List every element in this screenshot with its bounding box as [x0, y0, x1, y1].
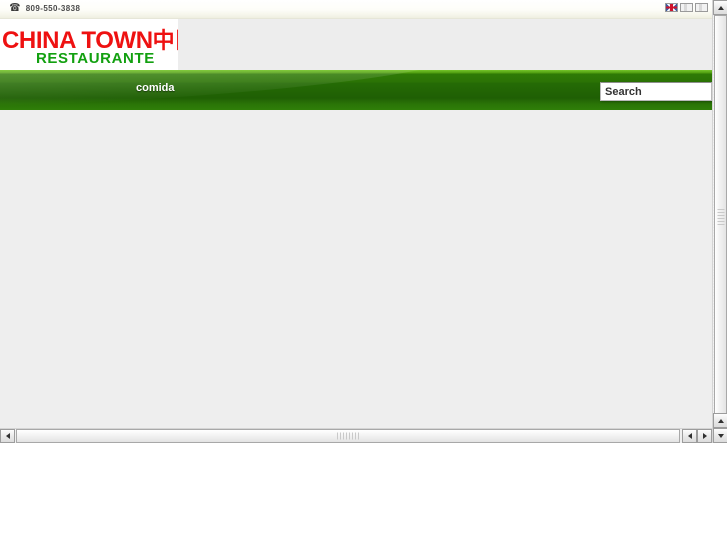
scroll-left-button[interactable]: [0, 429, 15, 443]
horizontal-scroll-thumb[interactable]: [16, 429, 680, 443]
vertical-scroll-thumb[interactable]: [714, 15, 727, 420]
arrow-left-icon: [687, 433, 692, 439]
page-content: [0, 113, 712, 428]
flag-blank-2-icon[interactable]: [695, 3, 708, 12]
site-header: CHINA TOWN中国城 RESTAURANTE: [0, 19, 712, 70]
language-selector[interactable]: [665, 3, 708, 12]
scroll-down-button-2[interactable]: [713, 428, 727, 443]
phone-icon: ☎: [9, 2, 21, 14]
scroll-up-button[interactable]: [713, 0, 727, 15]
top-utility-bar: ☎ 809-550-3838: [0, 0, 712, 19]
arrow-up-icon: [717, 5, 724, 10]
arrow-right-icon: [702, 433, 707, 439]
phone-block: ☎ 809-550-3838: [8, 3, 80, 14]
nav-item-comida[interactable]: comida: [136, 82, 175, 94]
flag-english-icon[interactable]: [665, 3, 678, 12]
browser-viewport: ☎ 809-550-3838 CHINA TOWN中国城 RESTAURANTE…: [0, 0, 727, 443]
flag-blank-1-icon[interactable]: [680, 3, 693, 12]
page-below-fold: [0, 443, 727, 545]
phone-number: 809-550-3838: [25, 4, 81, 13]
logo-name-cn: 中国城: [152, 29, 178, 54]
grip-icon: [717, 208, 724, 227]
logo-tagline: RESTAURANTE: [36, 50, 155, 67]
arrow-up-icon: [717, 418, 724, 423]
search-input[interactable]: [600, 82, 712, 101]
scroll-right-button-2[interactable]: [697, 429, 712, 443]
site-logo[interactable]: CHINA TOWN中国城 RESTAURANTE: [0, 19, 178, 70]
scroll-right-button[interactable]: [682, 429, 697, 443]
arrow-left-icon: [5, 433, 10, 439]
main-navigation: comida: [0, 70, 712, 110]
web-page: ☎ 809-550-3838 CHINA TOWN中国城 RESTAURANTE…: [0, 0, 712, 428]
arrow-down-icon: [717, 433, 724, 438]
navigation-wrapper: comida: [0, 70, 712, 113]
horizontal-scrollbar[interactable]: [0, 428, 712, 443]
scroll-down-button[interactable]: [713, 413, 727, 428]
vertical-scrollbar[interactable]: [712, 0, 727, 443]
grip-icon: [337, 432, 359, 440]
